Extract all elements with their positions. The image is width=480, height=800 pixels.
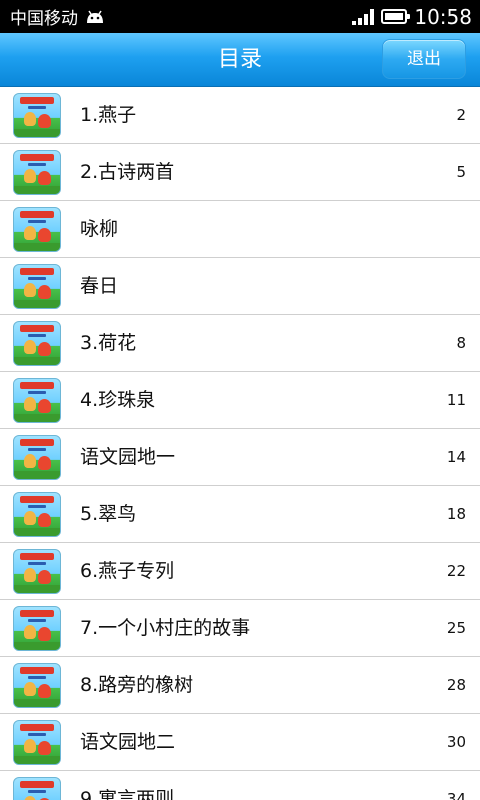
carrier-label: 中国移动 bbox=[10, 9, 78, 29]
textbook-cover-icon bbox=[13, 549, 61, 594]
list-item[interactable]: 9.寓言两则 34 bbox=[0, 771, 480, 800]
item-title: 春日 bbox=[80, 275, 119, 297]
list-item[interactable]: 8.路旁的橡树 28 bbox=[0, 657, 480, 714]
item-title: 2.古诗两首 bbox=[80, 161, 175, 183]
list-item[interactable]: 5.翠鸟 18 bbox=[0, 486, 480, 543]
list-item[interactable]: 2.古诗两首 5 bbox=[0, 144, 480, 201]
item-title: 7.一个小村庄的故事 bbox=[80, 617, 251, 639]
list-item[interactable]: 春日 bbox=[0, 258, 480, 315]
status-left: 中国移动 bbox=[10, 4, 106, 29]
item-page-number: 8 bbox=[456, 334, 466, 352]
status-bar: 中国移动 10:58 bbox=[0, 0, 480, 33]
textbook-cover-icon bbox=[13, 435, 61, 480]
item-page-number: 18 bbox=[446, 505, 466, 523]
item-page-number: 28 bbox=[446, 676, 466, 694]
textbook-cover-icon bbox=[13, 207, 61, 252]
item-page-number: 25 bbox=[446, 619, 466, 637]
item-title: 语文园地二 bbox=[80, 731, 176, 753]
title-bar: 目录 退出 bbox=[0, 33, 480, 87]
textbook-cover-icon bbox=[13, 606, 61, 651]
textbook-cover-icon bbox=[13, 150, 61, 195]
textbook-cover-icon bbox=[13, 264, 61, 309]
item-page-number: 22 bbox=[446, 562, 466, 580]
item-title: 语文园地一 bbox=[80, 446, 176, 468]
item-title: 6.燕子专列 bbox=[80, 560, 175, 582]
item-title: 咏柳 bbox=[80, 218, 119, 240]
item-title: 8.路旁的橡树 bbox=[80, 674, 194, 696]
signal-icon bbox=[352, 8, 375, 25]
battery-icon bbox=[381, 9, 411, 24]
textbook-cover-icon bbox=[13, 321, 61, 366]
item-title: 5.翠鸟 bbox=[80, 503, 137, 525]
item-title: 1.燕子 bbox=[80, 104, 137, 126]
item-title: 4.珍珠泉 bbox=[80, 389, 156, 411]
item-title: 3.荷花 bbox=[80, 332, 137, 354]
item-page-number: 30 bbox=[446, 733, 466, 751]
exit-button[interactable]: 退出 bbox=[382, 39, 466, 79]
item-page-number: 34 bbox=[446, 790, 466, 800]
textbook-cover-icon bbox=[13, 663, 61, 708]
list-item[interactable]: 3.荷花 8 bbox=[0, 315, 480, 372]
item-title: 9.寓言两则 bbox=[80, 788, 175, 800]
item-page-number: 5 bbox=[456, 163, 466, 181]
list-item[interactable]: 1.燕子 2 bbox=[0, 87, 480, 144]
textbook-cover-icon bbox=[13, 492, 61, 537]
textbook-cover-icon bbox=[13, 777, 61, 800]
list-item[interactable]: 6.燕子专列 22 bbox=[0, 543, 480, 600]
item-page-number: 11 bbox=[446, 391, 466, 409]
list-item[interactable]: 咏柳 bbox=[0, 201, 480, 258]
textbook-cover-icon bbox=[13, 378, 61, 423]
android-icon bbox=[87, 10, 103, 23]
clock: 10:58 bbox=[414, 4, 472, 29]
list-item[interactable]: 4.珍珠泉 11 bbox=[0, 372, 480, 429]
status-right: 10:58 bbox=[352, 5, 472, 29]
list-item[interactable]: 语文园地一 14 bbox=[0, 429, 480, 486]
list-item[interactable]: 语文园地二 30 bbox=[0, 714, 480, 771]
textbook-cover-icon bbox=[13, 93, 61, 138]
item-page-number: 2 bbox=[456, 106, 466, 124]
item-page-number: 14 bbox=[446, 448, 466, 466]
toc-list: 1.燕子 2 2.古诗两首 5 咏柳春日 3.荷花 8 4.珍珠泉 11 语文园地一 14 5.翠鸟 1… bbox=[0, 87, 480, 800]
textbook-cover-icon bbox=[13, 720, 61, 765]
list-item[interactable]: 7.一个小村庄的故事 25 bbox=[0, 600, 480, 657]
